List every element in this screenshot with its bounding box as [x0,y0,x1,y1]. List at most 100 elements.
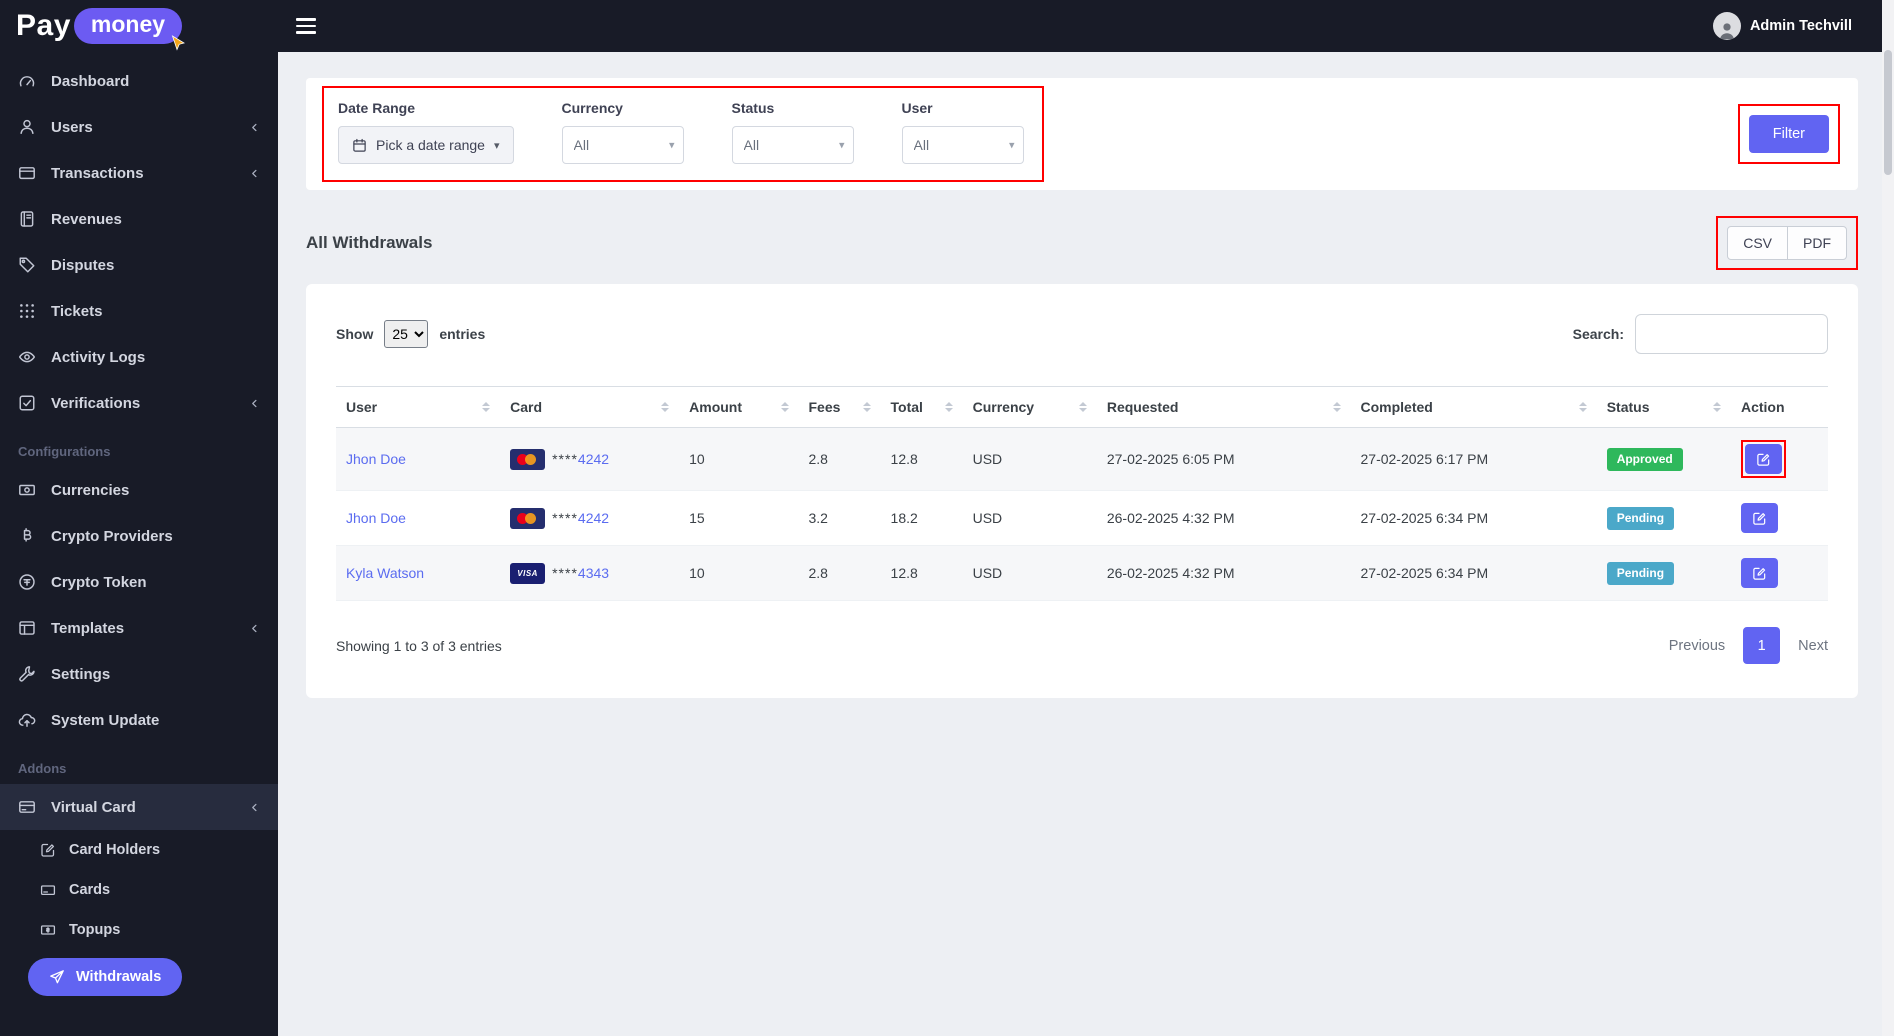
cell-action [1731,546,1828,601]
column-header-action[interactable]: Action [1730,386,1828,428]
sidebar-item-revenues[interactable]: Revenues [0,196,278,242]
cell-total: 12.8 [890,565,918,581]
logo-text-pay: Pay [16,9,71,42]
sidebar-item-crypto-token[interactable]: Crypto Token [0,559,278,605]
sidebar-item-dashboard[interactable]: Dashboard [0,58,278,104]
sort-icon [1332,402,1341,412]
sidebar-subitem-cards[interactable]: Cards [0,870,278,910]
status-select[interactable]: All [731,126,854,164]
sidebar-active-item-wrap: Withdrawals [0,950,278,1008]
column-label: Fees [808,399,841,415]
export-csv-button[interactable]: CSV [1727,226,1788,260]
sidebar-item-activity-logs[interactable]: Activity Logs [0,334,278,380]
date-range-label: Date Range [338,100,416,116]
status-badge: Approved [1606,447,1683,471]
sidebar-subitem-topups[interactable]: Topups [0,910,278,950]
user-link[interactable]: Jhon Doe [346,451,406,467]
column-header-user[interactable]: User [336,386,501,428]
card-cell: ****4242 [510,507,669,529]
page-title: All Withdrawals [306,233,433,252]
cell-card: VISA ****4343 [500,546,679,601]
column-header-card[interactable]: Card [500,386,680,428]
search-input[interactable] [1635,314,1828,354]
sidebar-item-verifications[interactable]: Verifications [0,380,278,426]
column-header-content: Status [1607,399,1721,415]
sidebar-item-transactions[interactable]: Transactions [0,150,278,196]
edit-button[interactable] [1740,503,1778,533]
export-highlight-box: CSV PDF [1716,216,1858,270]
column-header-status[interactable]: Status [1596,386,1731,428]
sidebar-item-system-update[interactable]: System Update [0,697,278,743]
hamburger-menu-button[interactable] [286,8,326,44]
user-select-wrap: All ▾ [901,126,1024,164]
cell-amount: 15 [689,510,705,526]
sidebar-item-label: Crypto Token [51,573,147,591]
cell-fees: 3.2 [808,510,828,526]
filter-status-group: Status All ▾ [731,100,854,164]
edit-button[interactable] [1740,558,1778,588]
sidebar-item-settings[interactable]: Settings [0,651,278,697]
sidebar-item-crypto-providers[interactable]: Crypto Providers [0,513,278,559]
sidebar-item-label: Transactions [51,164,144,182]
column-label: Total [890,399,923,415]
user-link[interactable]: Jhon Doe [346,510,406,526]
date-range-picker[interactable]: Pick a date range ▾ [338,126,514,164]
sidebar-item-templates[interactable]: Templates [0,605,278,651]
currency-select-wrap: All ▾ [561,126,684,164]
tag-icon [18,256,36,274]
sort-icon [944,402,953,412]
column-header-content: Currency [973,399,1087,415]
user-select[interactable]: All [901,126,1024,164]
pagination-previous[interactable]: Previous [1669,638,1725,654]
column-header-currency[interactable]: Currency [962,386,1097,428]
card-number: ****4343 [552,565,609,581]
filter-button[interactable]: Filter [1748,115,1829,153]
column-header-amount[interactable]: Amount [679,386,799,428]
status-badge: Pending [1606,561,1675,585]
pagination-next[interactable]: Next [1798,638,1828,654]
table-row: Kyla Watson VISA ****4343 10 2.8 12.8 USD 26-02… [336,545,1828,601]
sidebar-section-addons: Addons [18,761,67,776]
export-pdf-button[interactable]: PDF [1787,226,1847,260]
sidebar-item-label: Cards [69,882,111,898]
edit-button[interactable] [1744,444,1782,474]
column-header-total[interactable]: Total [880,386,963,428]
admin-menu[interactable]: Admin Techvill [1712,12,1852,40]
user-link[interactable]: Kyla Watson [346,565,424,581]
sort-icon [1078,402,1087,412]
transactions-icon [18,164,36,182]
page-size-select[interactable]: 25 [384,320,429,348]
sidebar-item-currencies[interactable]: Currencies [0,467,278,513]
topbar: Admin Techvill [278,0,1894,52]
page-scrollbar[interactable] [1882,0,1894,1036]
card-cell: ****4242 [510,448,669,470]
sidebar-subitem-card-holders[interactable]: Card Holders [0,830,278,870]
sidebar: Pay money Dashboard Users Transactions Reve… [0,0,278,1036]
cell-total: 12.8 [890,451,918,467]
column-header-requested[interactable]: Requested [1096,386,1351,428]
column-header-content: Completed [1361,399,1587,415]
column-label: Completed [1360,399,1433,415]
sidebar-item-disputes[interactable]: Disputes [0,242,278,288]
cell-completed: 27-02-2025 6:17 PM [1360,451,1489,467]
column-header-completed[interactable]: Completed [1350,386,1597,428]
scrollbar-thumb[interactable] [1884,50,1892,175]
card-last4: 4242 [577,510,610,526]
column-label: Amount [689,399,743,415]
sidebar-item-virtual-card[interactable]: Virtual Card [0,784,278,830]
currency-select[interactable]: All [561,126,684,164]
sidebar-subitem-withdrawals[interactable]: Withdrawals [28,958,183,996]
table-head: User Card Amount Fees Total Currency Requested… [336,386,1828,428]
pagination-page-1[interactable]: 1 [1743,627,1781,664]
withdrawals-table: User Card Amount Fees Total Currency Requested… [336,386,1828,601]
column-header-fees[interactable]: Fees [798,386,881,428]
cash-icon [18,481,36,499]
card-last4: 4242 [577,451,610,467]
sidebar-item-label: Currencies [51,481,130,499]
sidebar-item-users[interactable]: Users [0,104,278,150]
sidebar-item-tickets[interactable]: Tickets [0,288,278,334]
eye-icon [18,348,36,366]
caret-down-icon: ▾ [493,139,500,152]
card-mask: **** [552,451,578,467]
app-logo[interactable]: Pay money [0,0,278,52]
